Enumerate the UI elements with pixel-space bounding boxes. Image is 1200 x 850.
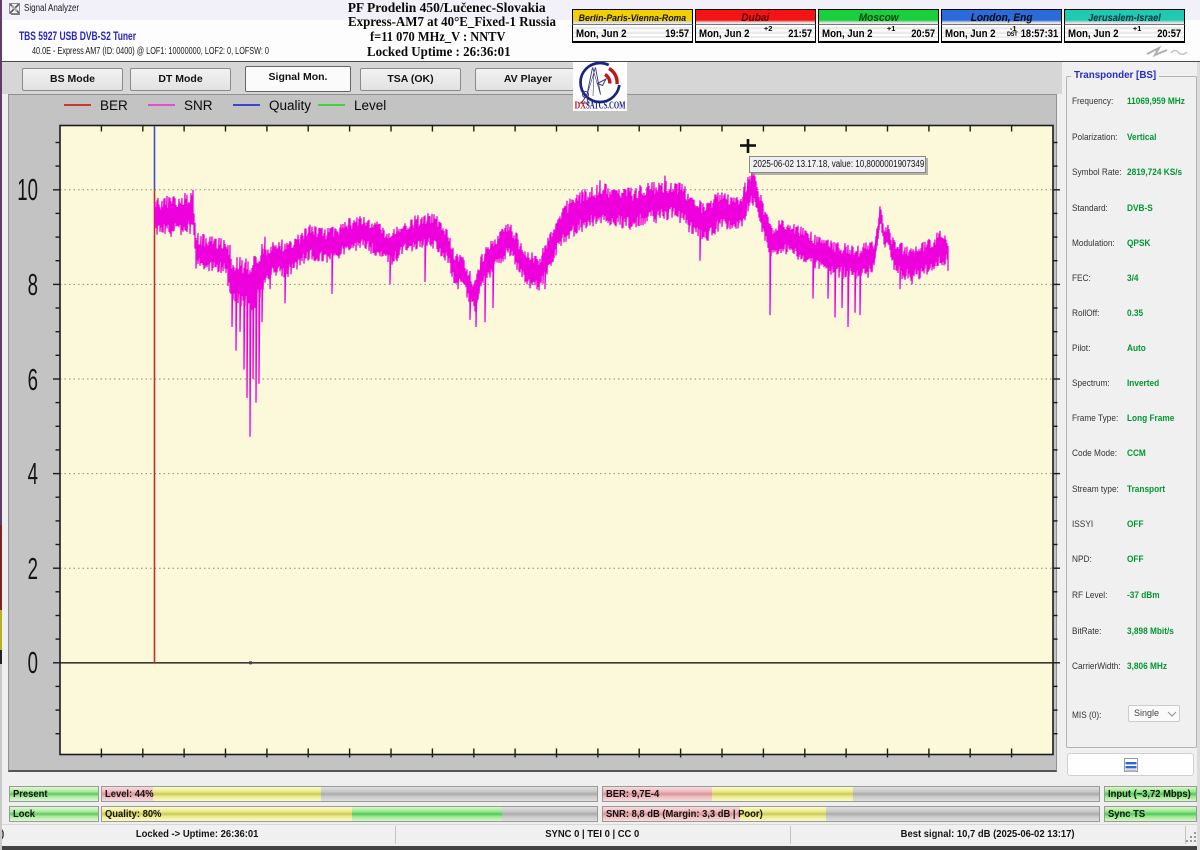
svg-text:SATCS.COM: SATCS.COM — [586, 101, 626, 112]
svg-text:DX: DX — [575, 101, 587, 112]
